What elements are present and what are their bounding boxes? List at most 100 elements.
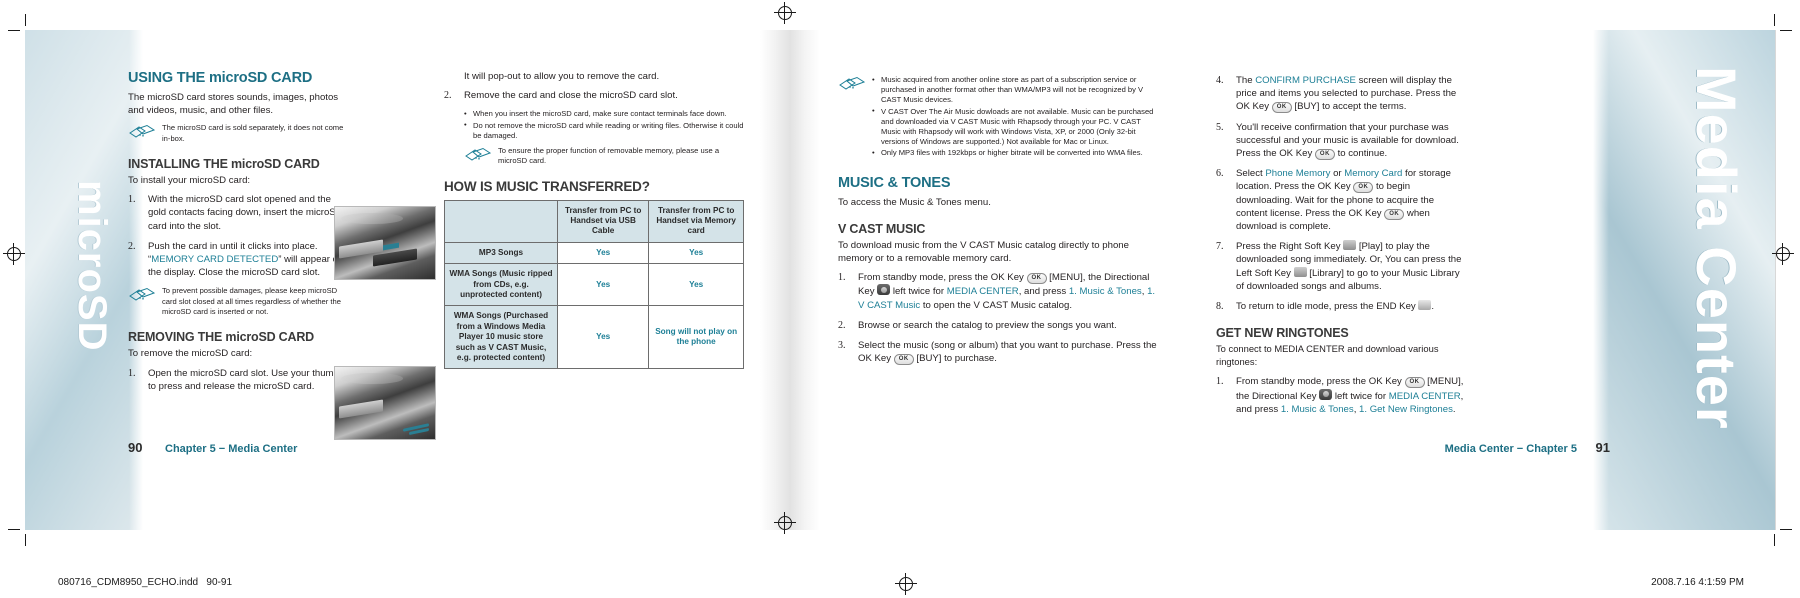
cell-value: Yes	[556, 241, 650, 265]
left-soft-key-icon	[1293, 266, 1307, 277]
table-corner-cell	[444, 199, 558, 243]
ok-key-icon: OK	[1404, 377, 1425, 389]
book-spine	[760, 30, 820, 530]
ringtones-lead: To connect to MEDIA CENTER and download …	[1216, 343, 1439, 367]
crop-mark	[25, 14, 26, 26]
media-center-link: MEDIA CENTER	[1388, 390, 1461, 402]
section-title-music-tones: MUSIC & TONES	[838, 174, 951, 191]
step-item: Press the Right Soft Key [Play] to play …	[1216, 240, 1468, 293]
registration-mark-bottom	[774, 512, 796, 534]
photo-insert-microsd	[334, 206, 436, 280]
vcast-music-steps-continued: The CONFIRM PURCHASE screen will display…	[1216, 74, 1468, 313]
step-text: Press the Right Soft Key	[1236, 241, 1344, 253]
step-text: left twice for	[1332, 390, 1389, 402]
step-text: .	[1431, 301, 1435, 313]
right-soft-key-icon	[1343, 240, 1357, 251]
music-tones-link: 1. Music & Tones	[1280, 403, 1354, 415]
column-3: Music acquired from another online store…	[838, 70, 1160, 372]
subsection-removing: REMOVING THE microSD CARD	[128, 330, 314, 345]
step-text: [BUY] to accept the terms.	[1291, 101, 1407, 113]
step-item: To return to idle mode, press the END Ke…	[1216, 300, 1468, 313]
ok-key-icon: OK	[893, 354, 914, 366]
removing-steps-continued: Remove the card and close the microSD ca…	[444, 89, 744, 102]
microsd-cautions-list: When you insert the microSD card, make s…	[464, 109, 744, 141]
note-removable-memory: To ensure the proper function of removab…	[464, 146, 744, 167]
right-page-running-head: Media Center − Chapter 5	[1444, 443, 1577, 455]
media-center-link: MEDIA CENTER	[946, 286, 1019, 298]
ok-key-icon: OK	[1353, 182, 1374, 194]
registration-mark-left	[3, 243, 25, 265]
step-item: Push the card in until it clicks into pl…	[128, 240, 344, 280]
step-text: , and press	[1018, 286, 1069, 298]
cell-value: Yes	[556, 263, 650, 307]
crop-mark	[25, 534, 26, 546]
column-1: USING THE microSD CARD The microSD card …	[128, 70, 344, 400]
step-text: The	[1236, 75, 1256, 86]
right-thumb-tab: Media Center	[1593, 30, 1775, 530]
row-header: WMA Songs (Purchased from a Windows Medi…	[444, 305, 558, 370]
end-key-icon	[1418, 300, 1432, 311]
list-item: V CAST Over The Air Music dowloads are n…	[872, 106, 1160, 148]
note-keep-slot-closed: To prevent possible damages, please keep…	[128, 286, 344, 317]
step-text: or	[1330, 168, 1345, 180]
memory-card-detected-highlight: MEMORY CARD DETECTED	[151, 254, 279, 266]
list-item: Do not remove the microSD card while rea…	[464, 120, 744, 141]
ok-key-icon: OK	[1026, 273, 1047, 285]
table-row: WMA Songs (Music ripped from CDs, e.g. u…	[444, 263, 744, 307]
memory-card-link: Memory Card	[1344, 168, 1403, 180]
step-item: From standby mode, press the OK Key OK […	[838, 271, 1160, 312]
left-page-running-head: Chapter 5 − Media Center	[165, 443, 298, 455]
note-card-sold-separately: The microSD card is sold separately, it …	[128, 123, 344, 144]
list-item: When you insert the microSD card, make s…	[464, 109, 744, 119]
memory-cards-icon	[839, 76, 866, 90]
crop-mark	[1774, 534, 1775, 546]
step-item: The CONFIRM PURCHASE screen will display…	[1216, 74, 1468, 114]
print-timestamp: 2008.7.16 4:1:59 PM	[1651, 577, 1744, 588]
registration-mark-footer	[895, 573, 917, 598]
subsection-get-new-ringtones: GET NEW RINGTONES	[1216, 326, 1349, 341]
intro-paragraph: The microSD card stores sounds, images, …	[128, 92, 339, 117]
step-text: .	[1452, 403, 1456, 415]
step-text: From standby mode, press the OK Key	[1236, 376, 1405, 388]
installing-steps: With the microSD card slot opened and th…	[128, 193, 344, 279]
print-file-name: 080716_CDM8950_ECHO.indd 90-91	[58, 577, 232, 588]
music-tones-link: 1. Music & Tones	[1068, 286, 1142, 298]
section-title-using-microsd: USING THE microSD CARD	[128, 70, 313, 86]
step-item: Remove the card and close the microSD ca…	[444, 89, 678, 102]
note-text: To prevent possible damages, please keep…	[162, 286, 341, 317]
get-new-ringtones-link: 1. Get New Ringtones	[1359, 403, 1453, 415]
list-item: Music acquired from another online store…	[872, 75, 1160, 106]
crop-mark	[1774, 14, 1775, 26]
directional-key-icon	[1319, 388, 1333, 400]
step-text: [BUY] to purchase.	[913, 353, 997, 365]
table-col-header-usb: Transfer from PC to Handset via USB Cabl…	[556, 199, 650, 243]
step-text: to continue.	[1334, 148, 1388, 160]
row-header: WMA Songs (Music ripped from CDs, e.g. u…	[444, 263, 558, 307]
registration-mark-right	[1772, 243, 1794, 265]
crop-mark	[8, 30, 20, 31]
crop-mark	[1780, 30, 1792, 31]
left-page-number: 90	[128, 440, 143, 455]
vcast-music-steps: From standby mode, press the OK Key OK […	[838, 271, 1160, 366]
note-text: To ensure the proper function of removab…	[498, 146, 720, 166]
step-text: Select	[1236, 168, 1266, 180]
step-text: left twice for	[890, 286, 947, 298]
removing-steps: Open the microSD card slot. Use your thu…	[128, 367, 344, 393]
left-thumb-tab: microSD	[25, 30, 143, 530]
table-row: WMA Songs (Purchased from a Windows Medi…	[444, 305, 744, 370]
subsection-installing: INSTALLING THE microSD CARD	[128, 157, 320, 171]
step-item: Open the microSD card slot. Use your thu…	[128, 367, 339, 392]
photo-remove-microsd	[334, 366, 436, 440]
step-item: You'll receive confirmation that your pu…	[1216, 121, 1468, 161]
crop-mark	[8, 529, 20, 530]
row-header: MP3 Songs	[444, 241, 558, 265]
note-text: The microSD card is sold separately, it …	[162, 123, 344, 143]
step-item: Select Phone Memory or Memory Card for s…	[1216, 167, 1468, 233]
ok-key-icon: OK	[1271, 102, 1292, 114]
cell-value: Song will not play on the phone	[648, 305, 744, 370]
right-tab-label: Media Center	[1685, 66, 1748, 430]
registration-mark-top	[774, 2, 796, 24]
confirm-purchase-highlight: CONFIRM PURCHASE	[1255, 75, 1356, 86]
step-item: Select the music (song or album) that yo…	[838, 339, 1160, 366]
phone-memory-link: Phone Memory	[1265, 168, 1331, 180]
